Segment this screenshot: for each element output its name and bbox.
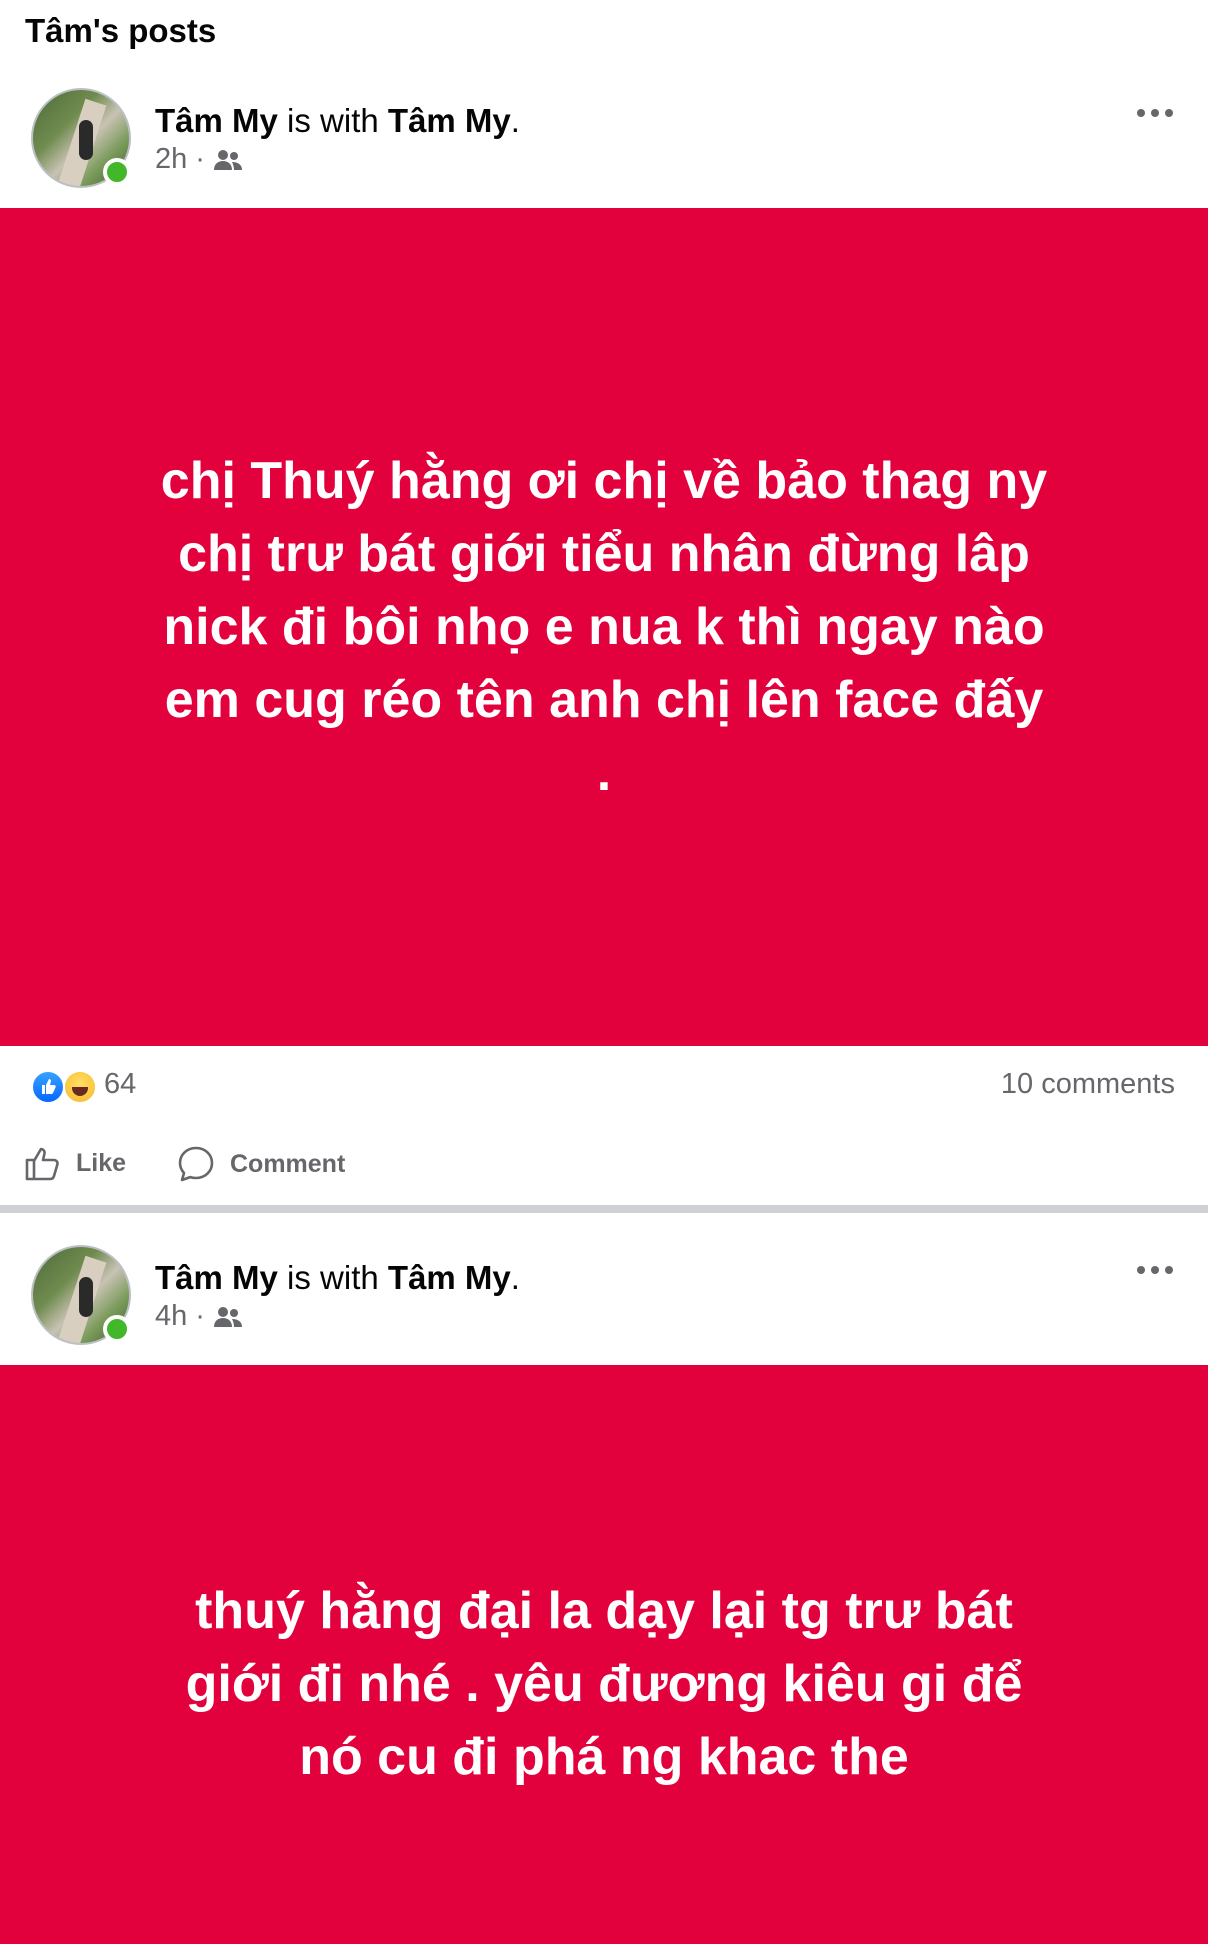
online-status-dot — [103, 158, 131, 186]
separator-dot: · — [195, 1300, 205, 1332]
post-header: Tâm My is with Tâm My. 4h · — [0, 1245, 1208, 1378]
post-content: chị Thuý hằng ơi chị về bảo thag ny chị … — [160, 451, 1048, 802]
post-text-background: thuý hằng đại la dạy lại tg trư bát giới… — [0, 1365, 1208, 1944]
post-text-background: chị Thuý hằng ơi chị về bảo thag ny chị … — [0, 208, 1208, 1046]
post-content: thuý hằng đại la dạy lại tg trư bát giới… — [185, 1582, 1023, 1786]
period-text: . — [510, 1259, 520, 1296]
post-card: Tâm My is with Tâm My. 4h · — [0, 1245, 1208, 1378]
comment-label: Comment — [230, 1149, 346, 1178]
post-actions: Like Comment — [0, 1126, 1208, 1206]
separator-dot: · — [195, 143, 205, 175]
post-meta: 2h · — [155, 143, 243, 176]
like-label: Like — [76, 1148, 127, 1177]
post-meta: 4h · — [155, 1300, 243, 1333]
post-divider — [0, 1205, 1208, 1213]
period-text: . — [510, 102, 520, 139]
more-options-icon[interactable] — [1137, 1263, 1173, 1277]
friends-icon — [213, 1306, 242, 1327]
page-title: Tâm's posts — [25, 12, 217, 49]
online-status-dot — [103, 1315, 131, 1343]
reaction-count[interactable]: 64 — [104, 1068, 136, 1101]
tagged-name-link[interactable]: Tâm My — [388, 1259, 511, 1296]
like-button[interactable]: Like — [24, 1144, 126, 1182]
comment-bubble-icon — [178, 1146, 214, 1182]
friends-icon — [213, 149, 242, 170]
author-name-link[interactable]: Tâm My — [155, 1259, 278, 1296]
like-reaction-icon — [31, 1070, 65, 1104]
more-options-icon[interactable] — [1137, 106, 1173, 120]
comments-count-link[interactable]: 10 comments — [1001, 1068, 1175, 1101]
reaction-icons[interactable] — [31, 1070, 99, 1104]
post-time[interactable]: 4h — [155, 1300, 187, 1333]
thumbs-up-icon — [25, 1147, 59, 1181]
reactions-bar: 64 10 comments — [0, 1046, 1208, 1126]
author-name-link[interactable]: Tâm My — [155, 102, 278, 139]
post-author-line: Tâm My is with Tâm My. — [155, 102, 520, 140]
tagged-name-link[interactable]: Tâm My — [388, 102, 511, 139]
post-author-line: Tâm My is with Tâm My. — [155, 1259, 520, 1297]
with-text: is with — [287, 1259, 379, 1296]
haha-reaction-icon — [63, 1070, 97, 1104]
post-time[interactable]: 2h — [155, 143, 187, 176]
comment-button[interactable]: Comment — [176, 1144, 345, 1184]
post-card: Tâm My is with Tâm My. 2h · — [0, 88, 1208, 221]
with-text: is with — [287, 102, 379, 139]
post-header: Tâm My is with Tâm My. 2h · — [0, 88, 1208, 221]
